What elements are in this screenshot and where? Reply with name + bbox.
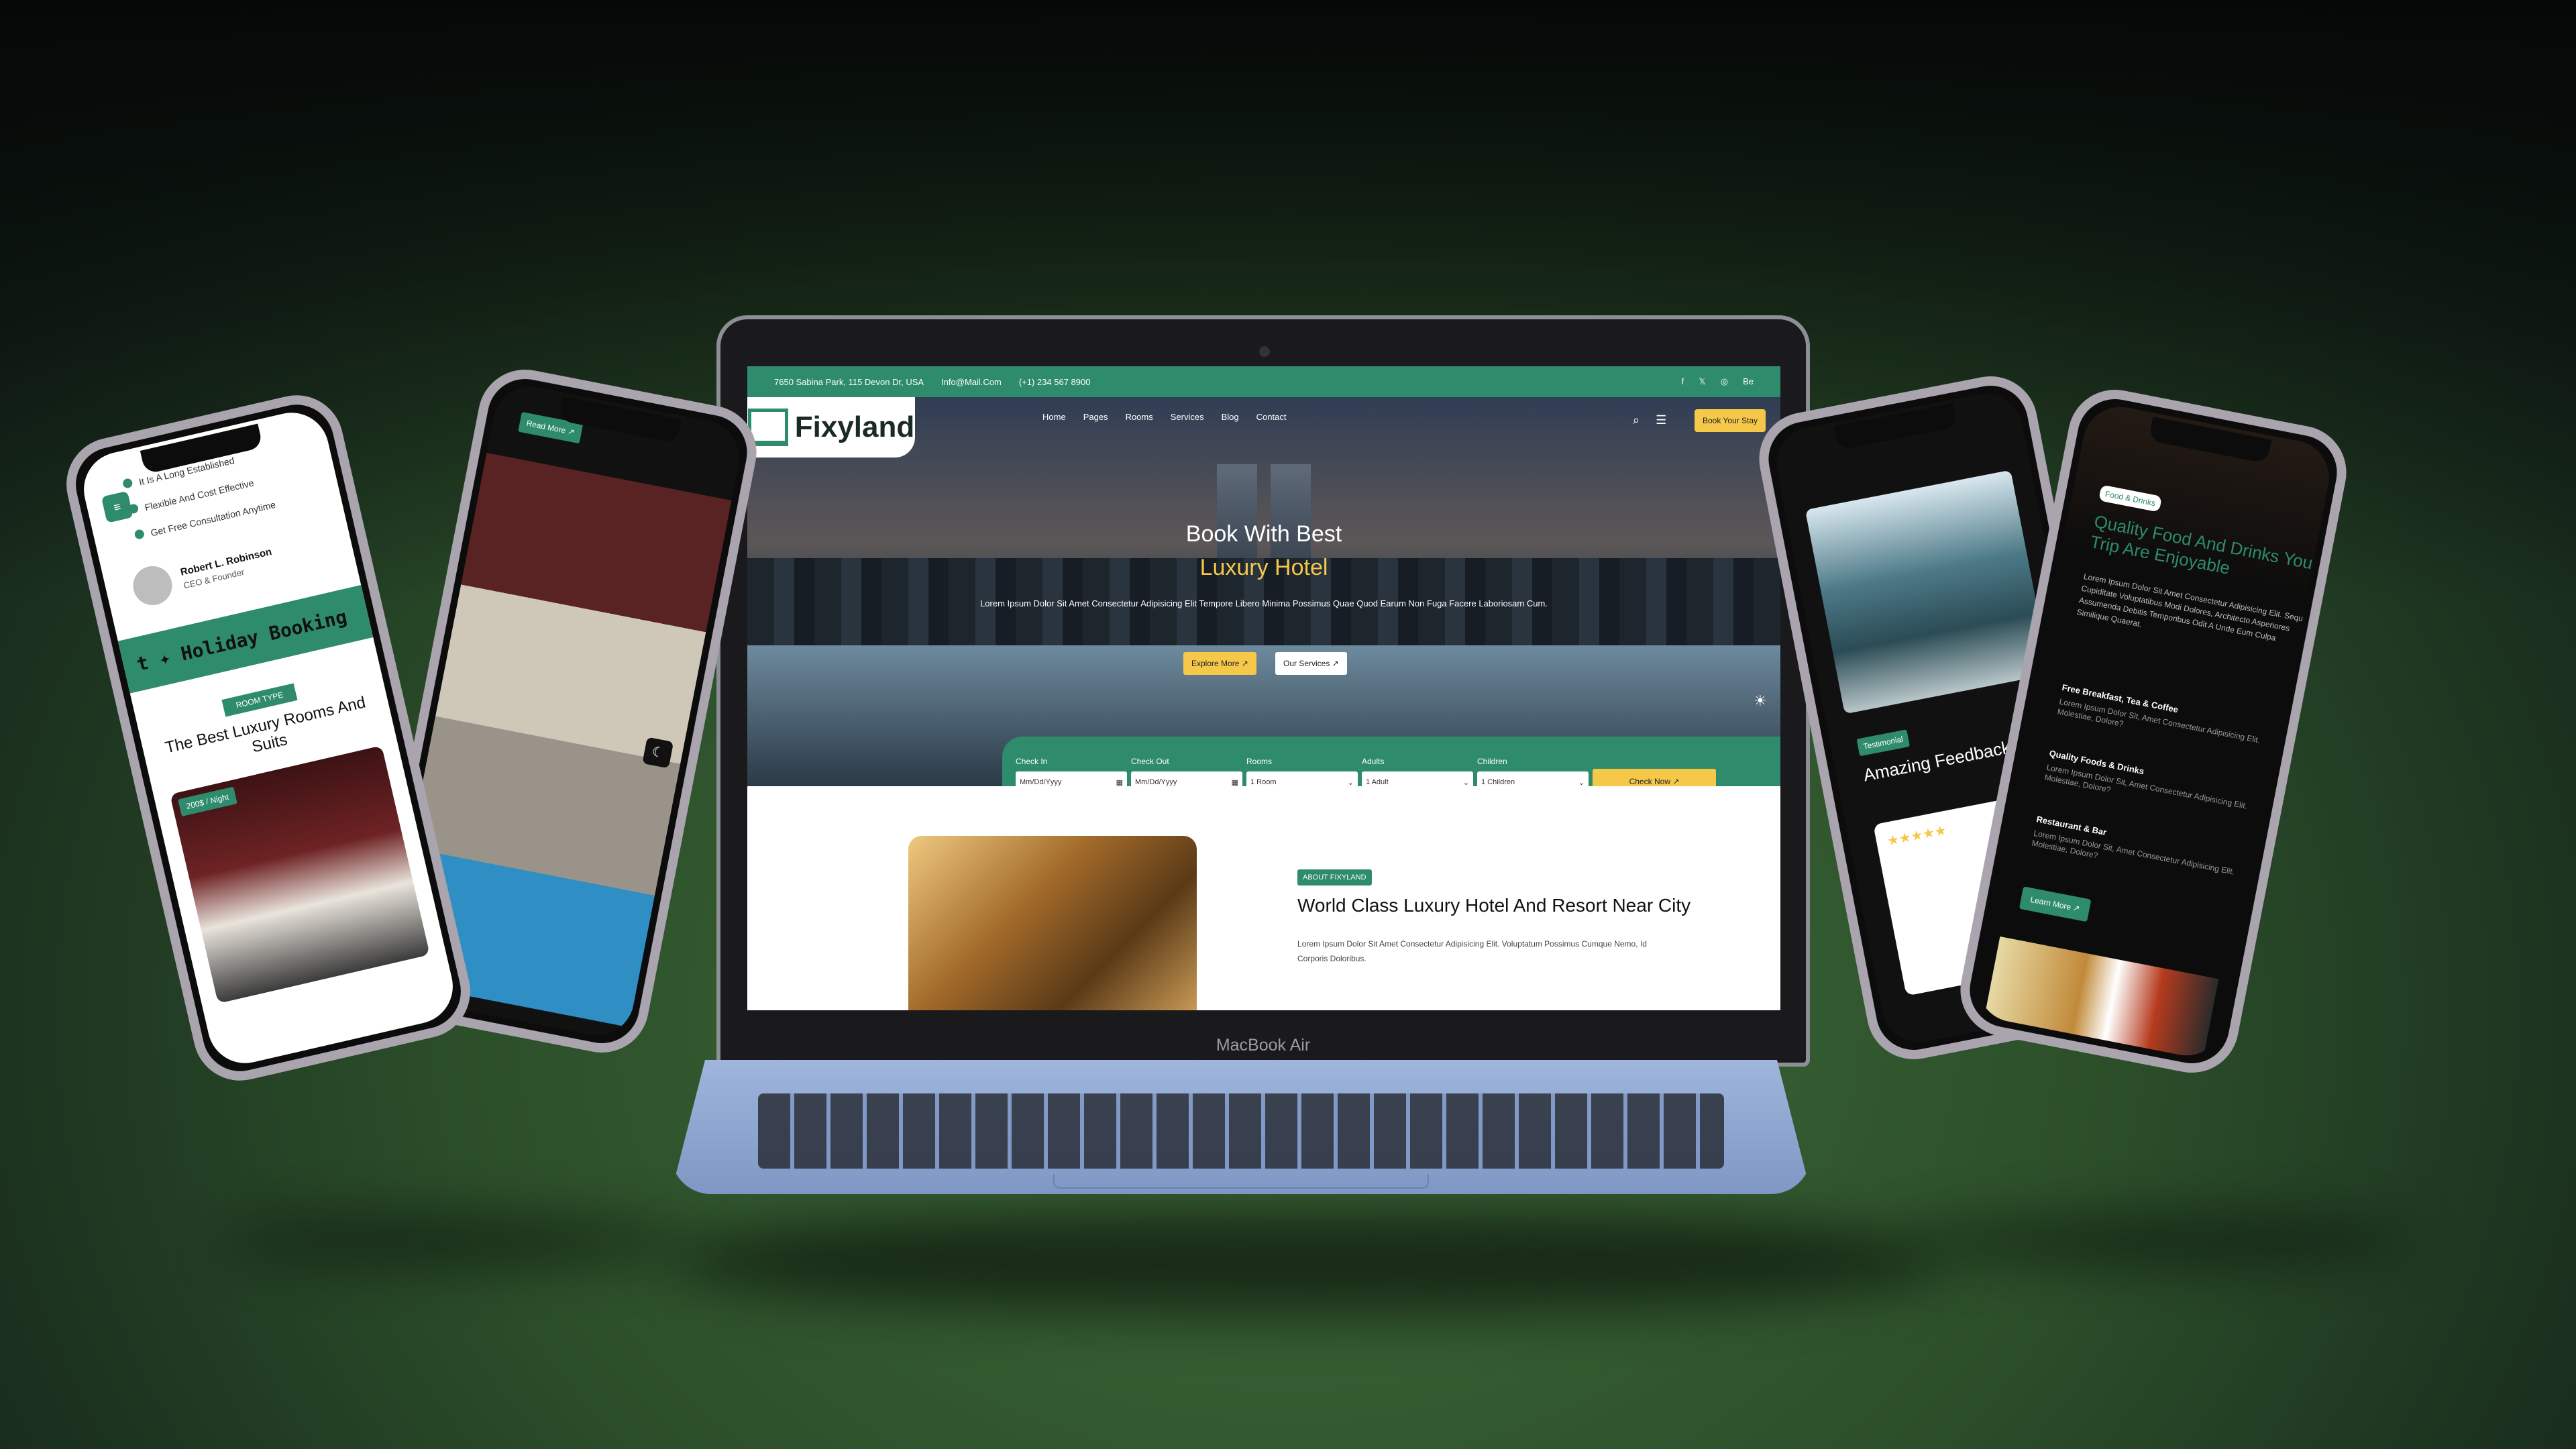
site-topbar: 7650 Sabina Park, 115 Devon Dr, USA Info… — [747, 366, 1780, 397]
children-label: Children — [1477, 757, 1507, 766]
laptop-base — [671, 1060, 1811, 1194]
food-tag: Food & Drinks — [2098, 484, 2163, 513]
feature-item: Free Breakfast, Tea & Coffee Lorem Ipsum … — [2057, 682, 2287, 759]
email-link[interactable]: Info@Mail.Com — [941, 377, 1002, 387]
device-label: MacBook Air — [1216, 1036, 1311, 1055]
keyboard — [758, 1093, 1724, 1169]
hero-text: Lorem Ipsum Dolor Sit Amet Consectetur A… — [980, 598, 1548, 608]
adults-label: Adults — [1362, 757, 1385, 766]
theme-toggle-moon-icon[interactable]: ☾ — [642, 737, 674, 769]
nav-rooms[interactable]: Rooms — [1126, 412, 1153, 422]
left-phones-shadow — [221, 1221, 691, 1261]
nav-pages[interactable]: Pages — [1083, 412, 1108, 422]
theme-toggle-sun-icon[interactable]: ☀ — [1754, 692, 1767, 710]
laptop-lid: 7650 Sabina Park, 115 Devon Dr, USA Info… — [716, 315, 1810, 1067]
site-logo[interactable]: Fixyland — [747, 397, 915, 458]
about-text: Lorem Ipsum Dolor Sit Amet Consectetur A… — [1297, 939, 1647, 963]
check-icon — [133, 529, 146, 540]
testimonial-tag: Testimonial — [1856, 729, 1911, 757]
nav-home[interactable]: Home — [1042, 412, 1066, 422]
check-in-label: Check In — [1016, 757, 1048, 766]
explore-more-button[interactable]: Explore More ↗ — [1183, 652, 1256, 675]
laptop-screen: 7650 Sabina Park, 115 Devon Dr, USA Info… — [747, 366, 1780, 1010]
hero-title-line2: Luxury Hotel — [1199, 555, 1328, 580]
phone-notch — [2148, 417, 2272, 464]
about-title: World Class Luxury Hotel And Resort Near… — [1297, 895, 1691, 916]
avatar — [129, 562, 176, 609]
trackpad — [1053, 1174, 1429, 1189]
instagram-icon[interactable]: ◎ — [1721, 376, 1728, 387]
menu-icon[interactable]: ☰ — [1656, 413, 1666, 427]
webcam — [1259, 346, 1270, 357]
main-nav: Home Pages Rooms Services Blog Contact — [1042, 412, 1286, 422]
header-icons: ⌕ ☰ — [1633, 413, 1666, 427]
feature-item: Quality Foods & Drinks Lorem Ipsum Dolor … — [2044, 748, 2274, 825]
phone-notch — [1833, 403, 1957, 450]
right-phones-shadow — [1905, 1221, 2415, 1261]
nav-contact[interactable]: Contact — [1256, 412, 1287, 422]
about-image — [908, 836, 1197, 1010]
check-icon — [121, 478, 133, 489]
rooms-label: Rooms — [1246, 757, 1273, 766]
laptop-mockup: 7650 Sabina Park, 115 Devon Dr, USA Info… — [671, 315, 1811, 1228]
hero-section: Fixyland Home Pages Rooms Services Blog … — [747, 397, 1780, 824]
behance-icon[interactable]: Be — [1743, 376, 1754, 387]
x-icon[interactable]: 𝕏 — [1699, 376, 1705, 387]
food-image — [1980, 936, 2219, 1062]
price-badge: 200$ / Night — [178, 786, 237, 817]
hotel-atrium-image — [1805, 470, 2051, 714]
nav-blog[interactable]: Blog — [1222, 412, 1239, 422]
about-tag: ABOUT FIXYLAND — [1297, 869, 1372, 885]
nav-services[interactable]: Services — [1171, 412, 1204, 422]
check-out-label: Check Out — [1131, 757, 1169, 766]
feature-item: Restaurant & Bar Lorem Ipsum Dolor Sit, A… — [2031, 814, 2261, 891]
social-links: f 𝕏 ◎ Be — [1682, 376, 1754, 387]
logo-text: Fixyland — [794, 411, 915, 443]
address-text: 7650 Sabina Park, 115 Devon Dr, USA — [774, 376, 924, 387]
search-icon[interactable]: ⌕ — [1633, 413, 1640, 427]
about-section: ABOUT FIXYLAND World Class Luxury Hotel … — [747, 786, 1780, 1010]
our-services-button[interactable]: Our Services ↗ — [1275, 652, 1347, 675]
facebook-icon[interactable]: f — [1682, 376, 1684, 387]
hero-title-line1: Book With Best — [1185, 521, 1342, 547]
book-your-stay-button[interactable]: Book Your Stay — [1695, 409, 1766, 432]
phone-link[interactable]: (+1) 234 567 8900 — [1019, 377, 1091, 387]
room-card-image[interactable]: 200$ / Night — [170, 745, 430, 1004]
learn-more-button[interactable]: Learn More ↗ — [2019, 886, 2092, 922]
